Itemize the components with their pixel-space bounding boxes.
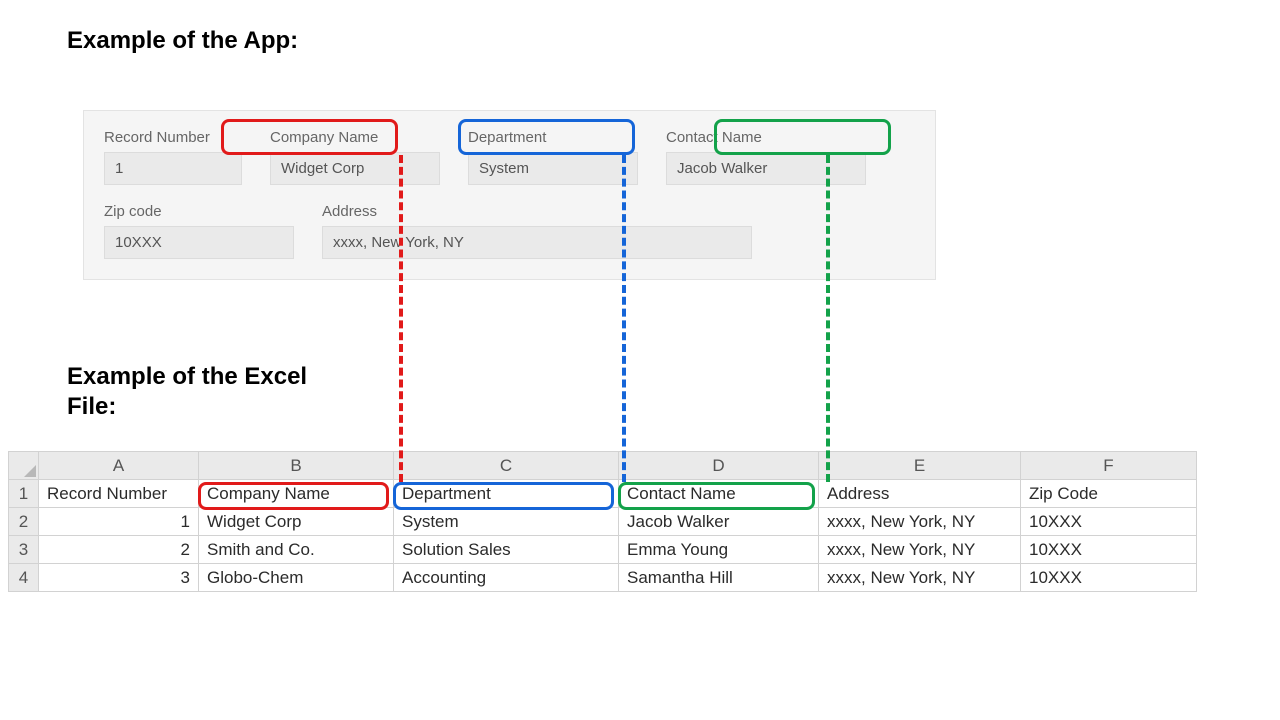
cell-F3[interactable]: 10XXX	[1021, 536, 1197, 564]
col-letter-B[interactable]: B	[199, 452, 394, 480]
heading-excel-example: Example of the Excel File:	[67, 362, 347, 422]
cell-E2[interactable]: xxxx, New York, NY	[819, 508, 1021, 536]
excel-row-3: 3 2 Smith and Co. Solution Sales Emma Yo…	[9, 536, 1197, 564]
value-contact-name: Jacob Walker	[666, 152, 866, 185]
cell-A1[interactable]: Record Number	[39, 480, 199, 508]
cell-A3[interactable]: 2	[39, 536, 199, 564]
col-letter-A[interactable]: A	[39, 452, 199, 480]
row-number-3[interactable]: 3	[9, 536, 39, 564]
label-record-number: Record Number	[104, 125, 224, 152]
value-zip-code: 10XXX	[104, 226, 294, 259]
label-department: Department	[468, 125, 588, 152]
cell-C1[interactable]: Department	[394, 480, 619, 508]
cell-A4[interactable]: 3	[39, 564, 199, 592]
excel-row-1: 1 Record Number Company Name Department …	[9, 480, 1197, 508]
select-all-corner[interactable]	[9, 452, 39, 480]
field-company-name: Company Name Widget Corp	[270, 125, 440, 185]
col-letter-F[interactable]: F	[1021, 452, 1197, 480]
cell-C4[interactable]: Accounting	[394, 564, 619, 592]
cell-B1[interactable]: Company Name	[199, 480, 394, 508]
cell-C2[interactable]: System	[394, 508, 619, 536]
col-letter-C[interactable]: C	[394, 452, 619, 480]
cell-F2[interactable]: 10XXX	[1021, 508, 1197, 536]
value-company-name: Widget Corp	[270, 152, 440, 185]
heading-app-example: Example of the App:	[67, 26, 298, 56]
excel-grid: A B C D E F 1 Record Number Company Name…	[8, 451, 1197, 592]
cell-B2[interactable]: Widget Corp	[199, 508, 394, 536]
cell-E3[interactable]: xxxx, New York, NY	[819, 536, 1021, 564]
field-address: Address xxxx, New York, NY	[322, 199, 752, 259]
col-letter-D[interactable]: D	[619, 452, 819, 480]
cell-F4[interactable]: 10XXX	[1021, 564, 1197, 592]
label-zip-code: Zip code	[104, 199, 204, 226]
excel-row-4: 4 3 Globo-Chem Accounting Samantha Hill …	[9, 564, 1197, 592]
cell-B3[interactable]: Smith and Co.	[199, 536, 394, 564]
field-contact-name: Contact Name Jacob Walker	[666, 125, 866, 185]
value-address: xxxx, New York, NY	[322, 226, 752, 259]
cell-D1[interactable]: Contact Name	[619, 480, 819, 508]
excel-row-2: 2 1 Widget Corp System Jacob Walker xxxx…	[9, 508, 1197, 536]
label-contact-name: Contact Name	[666, 125, 806, 152]
cell-C3[interactable]: Solution Sales	[394, 536, 619, 564]
cell-D4[interactable]: Samantha Hill	[619, 564, 819, 592]
label-address: Address	[322, 199, 422, 226]
cell-E4[interactable]: xxxx, New York, NY	[819, 564, 1021, 592]
cell-E1[interactable]: Address	[819, 480, 1021, 508]
cell-F1[interactable]: Zip Code	[1021, 480, 1197, 508]
cell-B4[interactable]: Globo-Chem	[199, 564, 394, 592]
field-department: Department System	[468, 125, 638, 185]
col-letter-E[interactable]: E	[819, 452, 1021, 480]
field-record-number: Record Number 1	[104, 125, 242, 185]
app-row-2: Zip code 10XXX Address xxxx, New York, N…	[104, 199, 915, 259]
value-department: System	[468, 152, 638, 185]
cell-D3[interactable]: Emma Young	[619, 536, 819, 564]
select-all-triangle-icon	[24, 465, 36, 477]
app-record-card: Record Number 1 Company Name Widget Corp…	[83, 110, 936, 280]
field-zip-code: Zip code 10XXX	[104, 199, 294, 259]
label-company-name: Company Name	[270, 125, 410, 152]
app-row-1: Record Number 1 Company Name Widget Corp…	[104, 125, 915, 185]
excel-column-letter-row: A B C D E F	[9, 452, 1197, 480]
cell-A2[interactable]: 1	[39, 508, 199, 536]
value-record-number: 1	[104, 152, 242, 185]
row-number-2[interactable]: 2	[9, 508, 39, 536]
row-number-1[interactable]: 1	[9, 480, 39, 508]
row-number-4[interactable]: 4	[9, 564, 39, 592]
cell-D2[interactable]: Jacob Walker	[619, 508, 819, 536]
